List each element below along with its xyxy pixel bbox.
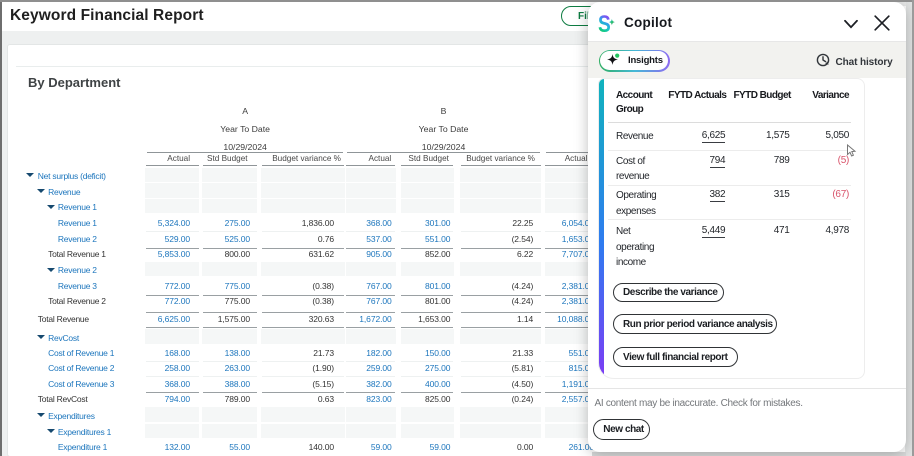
svg-text:S: S — [598, 13, 611, 37]
